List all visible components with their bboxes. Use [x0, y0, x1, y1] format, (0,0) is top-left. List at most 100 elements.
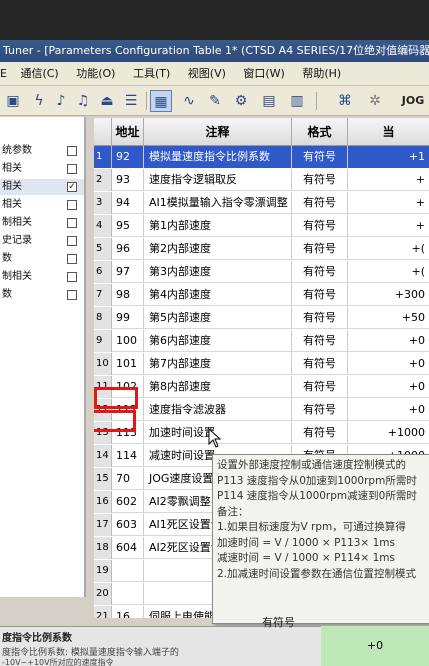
note-cell: 模拟量速度指令比例系数	[144, 146, 292, 168]
group-item[interactable]: 制相关	[0, 269, 84, 285]
menu-item-tools[interactable]: 工具(T)	[133, 62, 170, 86]
value-cell[interactable]: +0	[348, 376, 429, 398]
table-row[interactable]: 4 95 第1内部速度 有符号 +	[94, 215, 429, 237]
group-checkbox[interactable]	[67, 164, 77, 174]
column-header-value[interactable]: 当	[348, 118, 429, 146]
menu-bar: E 通信(C) 功能(O) 工具(T) 视图(V) 窗口(W) 帮助(H)	[0, 62, 429, 86]
jog-button[interactable]: JOG	[398, 90, 428, 112]
highlight-box-113	[94, 387, 138, 409]
table-row[interactable]: 5 96 第2内部速度 有符号 +(	[94, 238, 429, 260]
value-cell[interactable]: +50	[348, 307, 429, 329]
value-cell[interactable]: +	[348, 192, 429, 214]
group-checkbox[interactable]: ✓	[67, 182, 77, 192]
group-item[interactable]: 相关 ✓	[0, 179, 84, 195]
address-cell: 97	[112, 261, 144, 283]
value-cell[interactable]: +(	[348, 261, 429, 283]
value-cell[interactable]: +1	[348, 146, 429, 168]
row-number: 7	[94, 284, 112, 306]
format-cell: 有符号	[292, 238, 348, 260]
table-row[interactable]: 12 112 速度指令滤波器 有符号 +0	[94, 399, 429, 421]
column-header-address[interactable]: 地址	[112, 118, 144, 146]
monitor-icon[interactable]: ▤	[258, 90, 280, 112]
group-label: 数	[2, 289, 12, 300]
group-checkbox[interactable]	[67, 236, 77, 246]
settings-icon[interactable]: ✲	[364, 90, 386, 112]
table-row[interactable]: 2 93 速度指令逻辑取反 有符号 +	[94, 169, 429, 191]
motor-icon[interactable]: ⚙	[230, 90, 252, 112]
group-item[interactable]: 统参数	[0, 143, 84, 159]
table-row[interactable]: 10 101 第7内部速度 有符号 +0	[94, 353, 429, 375]
menu-item-comm[interactable]: 通信(C)	[20, 62, 58, 86]
value-cell[interactable]: +	[348, 169, 429, 191]
monitor-bezel	[0, 0, 429, 40]
tune2-icon[interactable]: ♫	[72, 90, 94, 112]
value-cell[interactable]: +0	[348, 330, 429, 352]
note-cell: 第7内部速度	[144, 353, 292, 375]
row-number: 18	[94, 537, 112, 559]
table-row[interactable]: 11 102 第8内部速度 有符号 +0	[94, 376, 429, 398]
value-cell[interactable]: +	[348, 215, 429, 237]
value-cell[interactable]: +300	[348, 284, 429, 306]
download-icon[interactable]: ☰	[120, 90, 142, 112]
group-checkbox[interactable]	[67, 218, 77, 228]
save-icon[interactable]: ▣	[2, 90, 24, 112]
value-cell[interactable]: +(	[348, 238, 429, 260]
parameter-group-panel: 统参数 相关 相关 ✓ 相关 制相关 史记录 数 制相关 数	[0, 117, 86, 597]
group-item[interactable]: 史记录	[0, 233, 84, 249]
note-cell: 第6内部速度	[144, 330, 292, 352]
group-checkbox[interactable]	[67, 254, 77, 264]
wrench-icon[interactable]: ✎	[204, 90, 226, 112]
column-header-note[interactable]: 注释	[144, 118, 292, 146]
table-row[interactable]: 8 99 第5内部速度 有符号 +50	[94, 307, 429, 329]
column-header-format[interactable]: 格式	[292, 118, 348, 146]
group-checkbox[interactable]	[67, 200, 77, 210]
note-cell: 第1内部速度	[144, 215, 292, 237]
group-item[interactable]: 制相关	[0, 215, 84, 231]
row-number: 2	[94, 169, 112, 191]
group-item[interactable]: 数	[0, 287, 84, 303]
value-cell[interactable]: +0	[348, 353, 429, 375]
tooltip-line: P114 速度指令从1000rpm减速到0所需时	[217, 490, 417, 502]
book-icon[interactable]: ▥	[286, 90, 308, 112]
row-number: 3	[94, 192, 112, 214]
address-cell: 70	[112, 468, 144, 490]
group-checkbox[interactable]	[67, 272, 77, 282]
menu-item-window[interactable]: 窗口(W)	[243, 62, 284, 86]
address-cell: 95	[112, 215, 144, 237]
table-row[interactable]: 7 98 第4内部速度 有符号 +300	[94, 284, 429, 306]
note-cell: 第4内部速度	[144, 284, 292, 306]
group-item[interactable]: 相关	[0, 197, 84, 213]
tune-icon[interactable]: ♪	[50, 90, 72, 112]
table-row[interactable]: 13 113 加速时间设置 有符号 +1000	[94, 422, 429, 444]
wave-icon[interactable]: ϟ	[28, 90, 50, 112]
selected-value-field[interactable]: +0	[321, 626, 429, 666]
value-cell[interactable]: +1000	[348, 422, 429, 444]
reset-icon[interactable]: ⌘	[334, 90, 356, 112]
scope-icon[interactable]: ∿	[178, 90, 200, 112]
group-checkbox[interactable]	[67, 146, 77, 156]
group-item[interactable]: 数	[0, 251, 84, 267]
param-table-icon[interactable]: ▦	[150, 90, 172, 112]
table-row[interactable]: 3 94 AI1模拟量输入指令零漂调整 有符号 +	[94, 192, 429, 214]
tooltip-line: 设置外部速度控制或通信速度控制模式的	[217, 459, 406, 471]
group-label: 数	[2, 253, 12, 264]
menu-item-edit[interactable]: E	[0, 62, 7, 86]
table-row[interactable]: 9 100 第6内部速度 有符号 +0	[94, 330, 429, 352]
row-number: 19	[94, 560, 112, 582]
menu-item-help[interactable]: 帮助(H)	[302, 62, 341, 86]
value-cell[interactable]: +0	[348, 399, 429, 421]
mouse-cursor-icon	[208, 428, 222, 448]
group-checkbox[interactable]	[67, 290, 77, 300]
description-text-2: -10V~+10V所对应的速度指令	[2, 658, 114, 666]
note-cell: 第3内部速度	[144, 261, 292, 283]
window-title: Tuner - [Parameters Configuration Table …	[3, 44, 429, 57]
group-item[interactable]: 相关	[0, 161, 84, 177]
group-label: 相关	[2, 181, 22, 192]
format-cell: 有符号	[292, 376, 348, 398]
address-cell: 114	[112, 445, 144, 467]
menu-item-function[interactable]: 功能(O)	[76, 62, 115, 86]
menu-item-view[interactable]: 视图(V)	[188, 62, 226, 86]
table-row[interactable]: 1 92 模拟量速度指令比例系数 有符号 +1	[94, 146, 429, 168]
upload-icon[interactable]: ⏏	[96, 90, 118, 112]
table-row[interactable]: 6 97 第3内部速度 有符号 +(	[94, 261, 429, 283]
